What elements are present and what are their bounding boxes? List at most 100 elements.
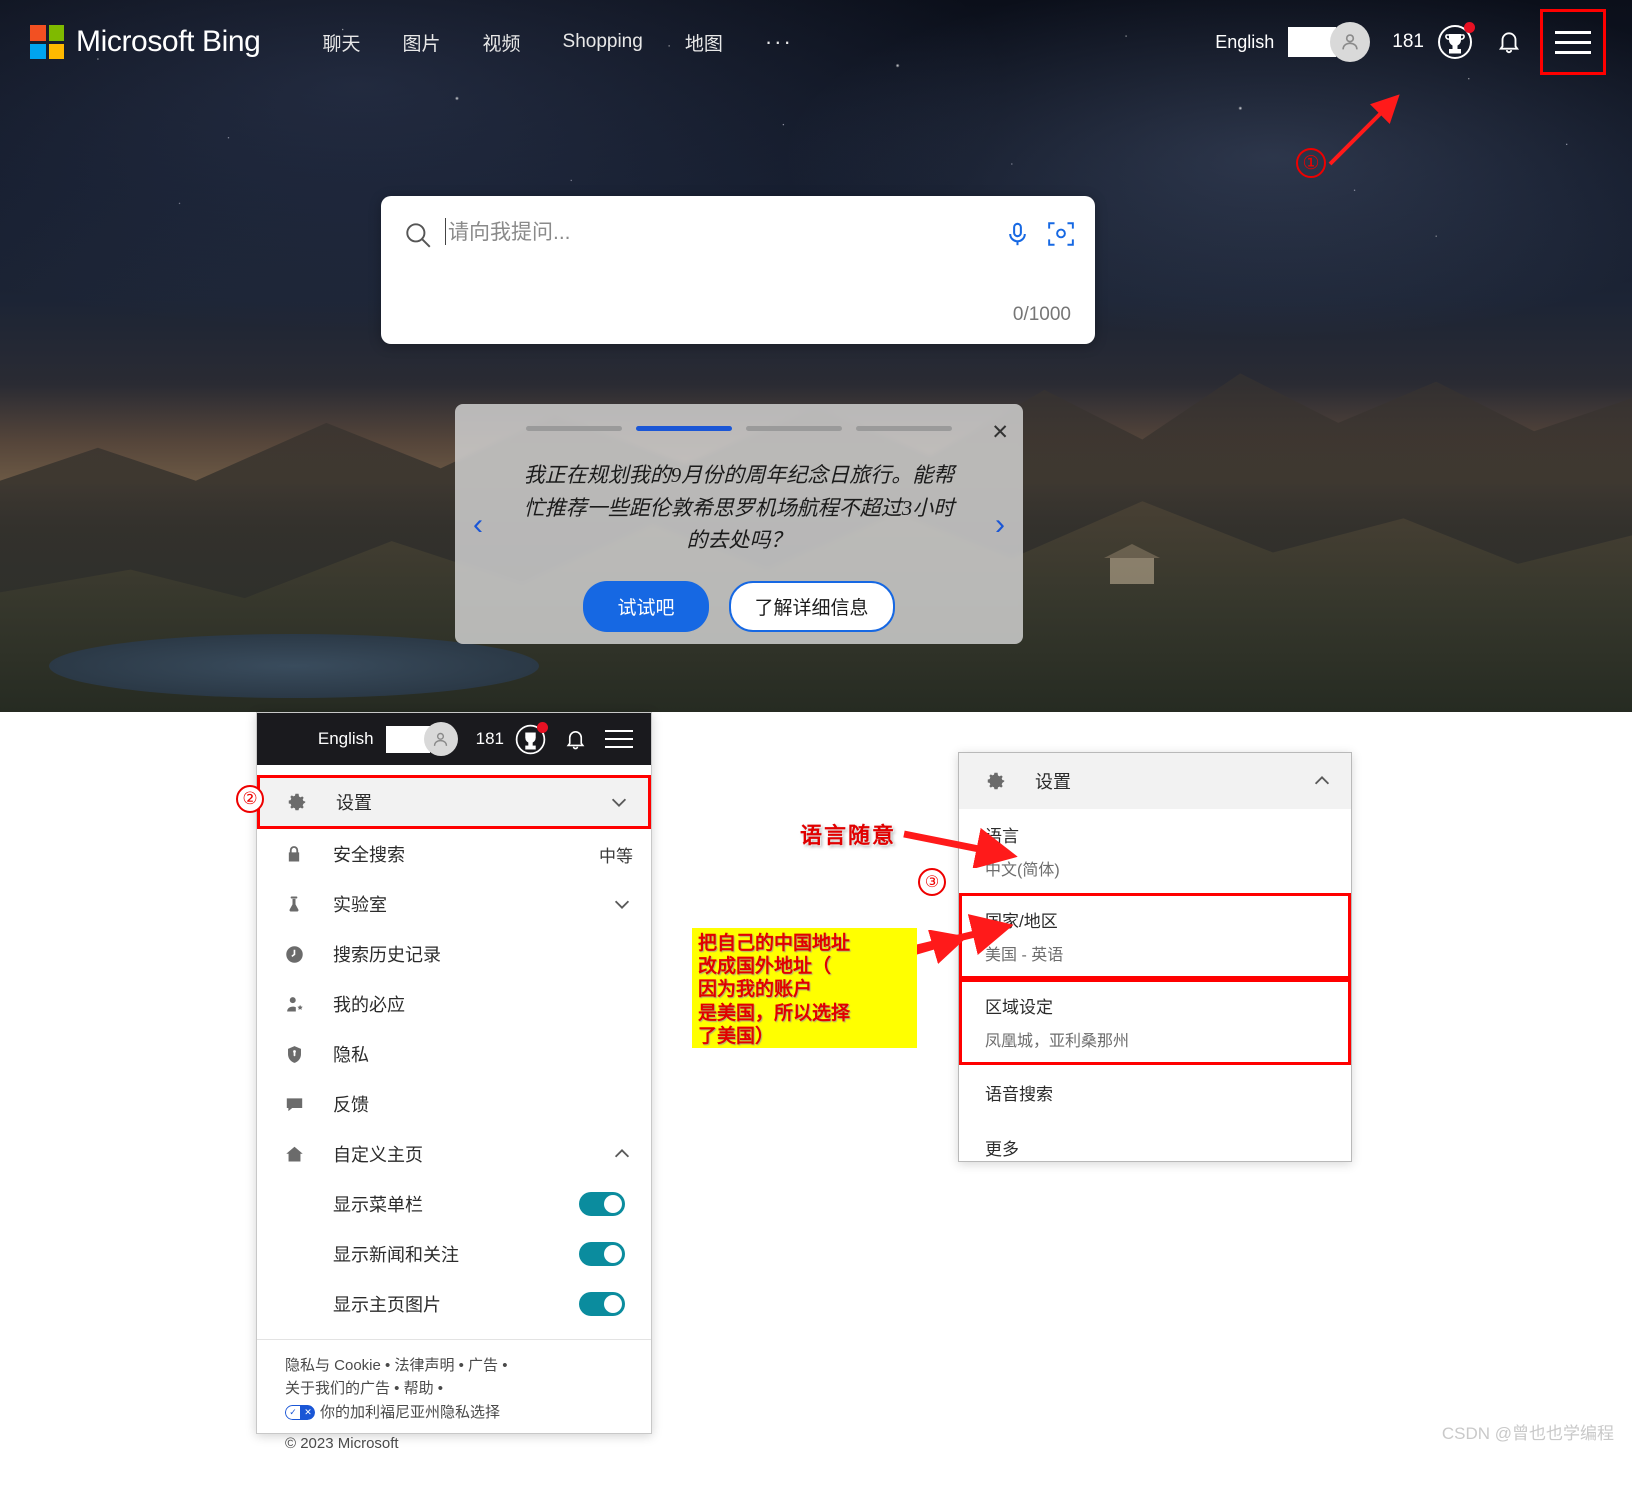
yellow-note-line-2: 改成国外地址（ xyxy=(698,955,832,978)
search-actions xyxy=(1004,220,1075,248)
left-panel-hamburger-icon[interactable] xyxy=(599,719,639,759)
left-panel-rewards-points: 181 xyxy=(475,729,504,748)
suggestion-carousel-card: ✕ ‹ › 我正在规划我的9月份的周年纪念日旅行。能帮忙推荐一些距伦敦希思罗机场… xyxy=(455,404,1023,644)
setting-regional-settings[interactable]: 区域设定 凤凰城，亚利桑那州 xyxy=(959,979,1351,1065)
close-icon[interactable]: ✕ xyxy=(991,422,1009,443)
menu-item-privacy-label: 隐私 xyxy=(333,1045,369,1065)
left-panel-rewards-icon[interactable] xyxy=(514,721,548,756)
carousel-buttons: 试试吧 了解详细信息 xyxy=(455,580,1023,632)
footer-privacy-choice-row[interactable]: ✓ ✕ 你的加利福尼亚州隐私选择 xyxy=(285,1401,651,1424)
nav-item-maps[interactable]: 地图 xyxy=(685,29,723,56)
setting-regional-settings-title: 区域设定 xyxy=(985,998,1053,1017)
menu-item-settings-label: 设置 xyxy=(336,793,372,813)
annotation-language-free: 语言随意 xyxy=(800,823,897,849)
menu-item-my-bing[interactable]: 我的必应 xyxy=(257,979,651,1029)
nav-item-images[interactable]: 图片 xyxy=(402,29,440,56)
csdn-watermark: CSDN @曾也也学编程 xyxy=(1441,1424,1614,1443)
annotation-arrow-1 xyxy=(1328,94,1400,166)
header-language-label[interactable]: English xyxy=(1215,32,1274,53)
yellow-note-line-3: 因为我的账户 xyxy=(698,978,813,1001)
carousel-bar-2[interactable] xyxy=(636,426,732,431)
left-panel-language-label[interactable]: English xyxy=(318,729,374,749)
header-redacted-name xyxy=(1288,27,1337,57)
toggle-show-news-switch[interactable] xyxy=(579,1242,625,1266)
menu-item-customize-homepage-label: 自定义主页 xyxy=(333,1145,423,1165)
setting-country-region-title: 国家/地区 xyxy=(985,912,1058,931)
nav-item-chat[interactable]: 聊天 xyxy=(322,29,360,56)
learn-more-button[interactable]: 了解详细信息 xyxy=(728,580,895,632)
setting-more[interactable]: 更多 xyxy=(959,1120,1351,1175)
avatar[interactable] xyxy=(1330,22,1371,62)
chevron-down-icon xyxy=(608,791,630,813)
right-panel-settings-label: 设置 xyxy=(1035,772,1071,792)
footer-links-line-1[interactable]: 隐私与 Cookie • 法律声明 • 广告 • xyxy=(285,1354,651,1377)
rewards-notification-dot xyxy=(1464,22,1475,33)
header-right-cluster: English 181 xyxy=(1215,9,1632,75)
right-panel-settings-header[interactable]: 设置 xyxy=(959,753,1351,809)
carousel-prev-icon[interactable]: ‹ xyxy=(473,508,483,542)
footer-links-line-2[interactable]: 关于我们的广告 • 帮助 • xyxy=(285,1377,651,1400)
california-privacy-icon: ✓ ✕ xyxy=(285,1405,315,1421)
footer-copyright: © 2023 Microsoft xyxy=(285,1434,399,1452)
menu-item-my-bing-label: 我的必应 xyxy=(333,995,405,1015)
yellow-note-line-5: 了美国） xyxy=(698,1024,775,1047)
menu-item-search-history[interactable]: 搜索历史记录 xyxy=(257,929,651,979)
search-box: 0/1000 xyxy=(381,196,1095,344)
menu-item-settings[interactable]: 设置 xyxy=(257,775,651,829)
setting-voice-search-title: 语音搜索 xyxy=(985,1085,1053,1104)
rewards-icon[interactable] xyxy=(1436,22,1475,61)
toggle-show-homepage-image-switch[interactable] xyxy=(579,1292,625,1316)
person-star-icon xyxy=(283,993,305,1015)
menu-item-safesearch-value: 中等 xyxy=(599,846,633,866)
microphone-icon[interactable] xyxy=(1004,221,1031,248)
notifications-bell-icon[interactable] xyxy=(1492,25,1526,59)
yellow-note-line-1: 把自己的中国地址 xyxy=(698,932,851,954)
left-panel-avatar[interactable] xyxy=(423,722,458,756)
setting-language-title: 语言 xyxy=(985,827,1019,846)
character-counter: 0/1000 xyxy=(1012,304,1071,325)
setting-country-region-value: 美国 - 英语 xyxy=(985,947,1064,964)
menu-item-search-history-label: 搜索历史记录 xyxy=(333,945,441,965)
toggle-show-menu-bar[interactable]: 显示菜单栏 xyxy=(257,1179,651,1229)
toggle-show-menu-bar-switch[interactable] xyxy=(579,1192,625,1216)
toggle-show-homepage-image[interactable]: 显示主页图片 xyxy=(257,1279,651,1329)
chevron-up-icon xyxy=(1311,770,1333,792)
carousel-progress-bars xyxy=(455,404,1023,431)
brand-title: Microsoft Bing xyxy=(76,25,261,58)
toggle-show-homepage-image-label: 显示主页图片 xyxy=(333,1295,441,1315)
nav-item-videos[interactable]: 视频 xyxy=(483,29,521,56)
nav-more-icon[interactable]: ··· xyxy=(765,29,793,55)
setting-voice-search[interactable]: 语音搜索 xyxy=(959,1065,1351,1120)
menu-item-feedback-label: 反馈 xyxy=(333,1095,369,1115)
yellow-note-line-4: 是美国，所以选择 xyxy=(698,1001,851,1024)
menu-item-labs[interactable]: 实验室 xyxy=(257,879,651,929)
carousel-bar-1[interactable] xyxy=(526,426,622,431)
microsoft-logo-icon xyxy=(30,25,64,59)
hamburger-menu-icon[interactable] xyxy=(1540,9,1606,75)
menu-item-customize-homepage[interactable]: 自定义主页 xyxy=(257,1129,651,1179)
menu-item-labs-label: 实验室 xyxy=(333,895,387,915)
setting-language-value: 中文(简体) xyxy=(985,862,1060,879)
carousel-bar-3[interactable] xyxy=(746,426,842,431)
annotation-arrow-language xyxy=(903,828,1018,868)
toggle-show-news[interactable]: 显示新闻和关注 xyxy=(257,1229,651,1279)
menu-item-safesearch[interactable]: 安全搜索 中等 xyxy=(257,829,651,879)
gear-icon xyxy=(985,770,1007,792)
shield-icon xyxy=(283,1043,305,1065)
nav-item-shopping[interactable]: Shopping xyxy=(563,31,643,53)
search-input[interactable] xyxy=(445,218,1004,245)
carousel-bar-4[interactable] xyxy=(856,426,952,431)
try-it-button[interactable]: 试试吧 xyxy=(583,580,709,632)
menu-item-privacy[interactable]: 隐私 xyxy=(257,1029,651,1079)
left-panel-bell-icon[interactable] xyxy=(561,725,589,753)
setting-regional-settings-value: 凤凰城，亚利桑那州 xyxy=(985,1033,1130,1050)
visual-search-icon[interactable] xyxy=(1047,220,1075,248)
gear-icon xyxy=(286,791,308,813)
carousel-next-icon[interactable]: › xyxy=(995,508,1005,542)
microsoft-bing-logo[interactable]: Microsoft Bing xyxy=(30,25,261,59)
rewards-points: 181 xyxy=(1392,31,1424,52)
primary-nav: 聊天 图片 视频 Shopping 地图 ··· xyxy=(322,29,792,56)
menu-item-feedback[interactable]: 反馈 xyxy=(257,1079,651,1129)
chevron-down-icon xyxy=(611,893,633,915)
annotation-marker-2: ② xyxy=(236,785,264,813)
